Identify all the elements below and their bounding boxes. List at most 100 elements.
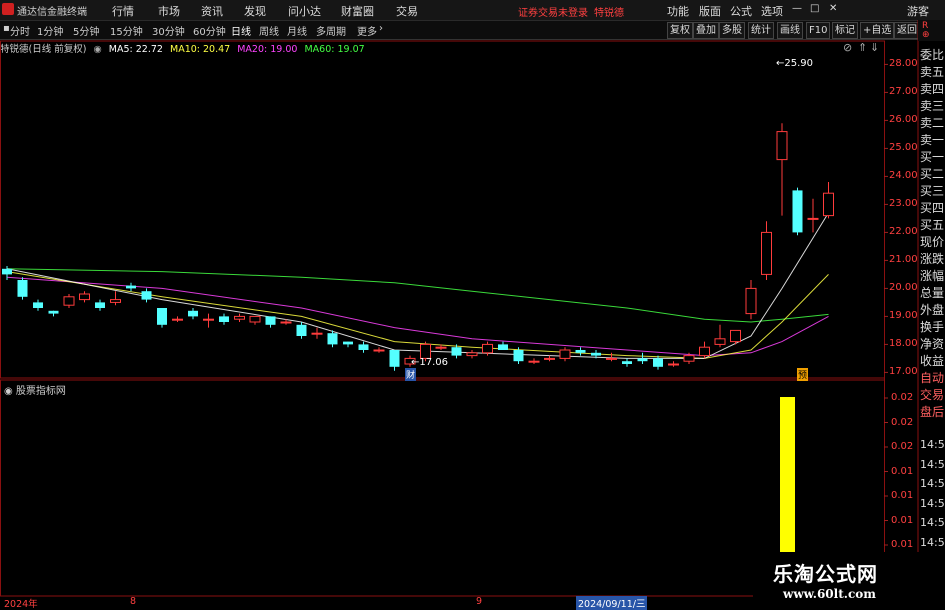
indicator-tick-label: 0.02	[891, 416, 914, 428]
candle[interactable]	[776, 123, 788, 216]
candle-body	[327, 333, 338, 345]
candle[interactable]	[761, 221, 772, 280]
candle[interactable]	[544, 355, 555, 362]
candle[interactable]	[653, 355, 663, 370]
date-label-aug: 8	[130, 596, 137, 607]
candle[interactable]	[141, 288, 152, 303]
candle-body	[188, 310, 198, 317]
candle[interactable]	[203, 313, 214, 328]
candle[interactable]	[296, 322, 307, 339]
candle[interactable]	[188, 308, 198, 320]
side-time: 14:50	[920, 477, 945, 490]
side-label: 现价	[920, 235, 945, 249]
candle[interactable]	[575, 347, 586, 356]
high-annotation: ←25.90	[776, 58, 814, 69]
side-label: 卖三	[920, 99, 945, 113]
candle-body	[451, 347, 462, 356]
candle-body	[141, 291, 152, 300]
side-label: 交易	[920, 388, 945, 402]
candle[interactable]	[606, 352, 617, 362]
indicator-tick-label: 0.01	[891, 465, 914, 477]
candle[interactable]	[528, 358, 540, 364]
candle-body	[745, 287, 757, 315]
side-time: 14:50	[920, 496, 945, 510]
candle[interactable]	[265, 316, 276, 328]
candle[interactable]	[699, 341, 710, 359]
candle[interactable]	[48, 310, 59, 317]
price-panel-border	[0, 40, 885, 379]
candle[interactable]	[807, 198, 819, 233]
candle-body	[126, 285, 136, 289]
candle[interactable]	[668, 361, 679, 367]
candle[interactable]	[792, 187, 803, 236]
candle[interactable]	[498, 341, 508, 350]
candle[interactable]	[126, 282, 136, 292]
candle-body	[528, 360, 540, 363]
candle-body	[172, 318, 183, 321]
candle[interactable]	[823, 182, 834, 219]
candle-body	[265, 316, 276, 325]
candle[interactable]	[622, 358, 632, 367]
forecast-badge[interactable]: 预	[797, 368, 809, 381]
candle-body	[296, 324, 307, 336]
price-tick-label: 19.00	[889, 310, 918, 322]
candle-body	[513, 350, 524, 362]
candle[interactable]	[358, 341, 369, 353]
candle[interactable]	[219, 313, 229, 325]
candle-body	[761, 231, 772, 275]
indicator-tick-label: 0.01	[891, 490, 914, 501]
side-header: R ⊕	[918, 20, 945, 41]
side-time: 14:50	[920, 516, 945, 529]
candle-body	[683, 355, 695, 362]
side-label: 换手	[920, 320, 945, 334]
candle[interactable]	[714, 324, 726, 348]
candle-body	[544, 357, 555, 360]
candle[interactable]	[389, 350, 400, 371]
candle-body	[48, 310, 59, 314]
candle-body	[622, 361, 632, 364]
candle[interactable]	[172, 316, 183, 322]
candle[interactable]	[745, 280, 757, 320]
side-label: 自动	[920, 371, 945, 385]
candle-body	[373, 349, 385, 352]
candle-body	[575, 350, 586, 353]
side-label: 总量	[920, 286, 945, 300]
candle[interactable]	[234, 313, 245, 322]
side-label: 卖一	[920, 133, 945, 147]
kline-chart[interactable]	[0, 0, 945, 609]
watermark-url: www.60lt.com	[783, 587, 876, 601]
indicator-tick-label: 0.02	[891, 441, 914, 452]
candle[interactable]	[559, 347, 571, 362]
candle-body	[714, 338, 726, 345]
candle[interactable]	[249, 315, 261, 325]
candle[interactable]	[466, 350, 478, 359]
candle[interactable]	[327, 330, 338, 348]
candle[interactable]	[373, 347, 385, 353]
price-tick-label: 17.00	[889, 366, 918, 378]
candle[interactable]	[343, 341, 353, 348]
candle-body	[730, 329, 741, 343]
candle[interactable]	[79, 291, 90, 303]
candle[interactable]	[33, 299, 43, 311]
candle-body	[559, 349, 571, 359]
candle[interactable]	[311, 327, 323, 339]
candle-body	[157, 308, 167, 325]
candle[interactable]	[157, 308, 167, 328]
date-label-sep: 9	[476, 596, 483, 607]
finance-badge[interactable]: 财	[405, 368, 417, 381]
indicator-title: ◉ 股票指标网	[4, 386, 66, 397]
side-label: 收益	[920, 354, 945, 368]
candle[interactable]	[95, 299, 105, 311]
candle-body	[33, 302, 43, 308]
candle[interactable]	[110, 291, 121, 306]
candle-body	[699, 346, 710, 357]
candle-body	[280, 321, 292, 324]
date-label-year: 2024年	[4, 599, 38, 610]
candle[interactable]	[637, 352, 648, 364]
candle-body	[234, 315, 245, 320]
candle[interactable]	[17, 277, 28, 300]
candle-body	[466, 352, 478, 357]
side-header-icon[interactable]: R ⊕	[922, 22, 930, 40]
candle[interactable]	[63, 294, 75, 308]
candle-body	[311, 332, 323, 335]
